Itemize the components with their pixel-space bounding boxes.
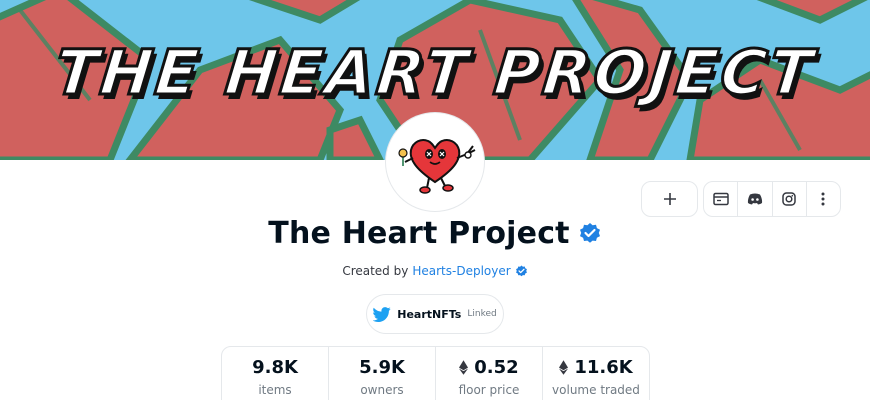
collection-stats: 9.8K items 5.9K owners 0.52 floor price xyxy=(221,346,650,400)
stat-items[interactable]: 9.8K items xyxy=(222,347,329,400)
verified-badge-icon xyxy=(579,222,600,243)
collection-page: THE HEART PROJECT The Heart Project Crea… xyxy=(0,0,870,400)
stat-floor-price-label: floor price xyxy=(458,383,520,397)
website-button[interactable] xyxy=(704,182,739,216)
twitter-linked-status: Linked xyxy=(467,309,497,319)
banner-title: THE HEART PROJECT xyxy=(50,35,820,111)
created-by-label: Created by xyxy=(342,264,409,278)
stat-items-value: 9.8K xyxy=(252,357,298,378)
stat-floor-price-value: 0.52 xyxy=(474,357,519,378)
eth-icon xyxy=(459,360,469,375)
website-icon xyxy=(712,192,729,206)
stat-owners[interactable]: 5.9K owners xyxy=(329,347,436,400)
stat-volume-traded-value: 11.6K xyxy=(574,357,633,378)
collection-avatar[interactable] xyxy=(386,113,484,211)
created-by-row: Created by Hearts-Deployer xyxy=(0,264,870,278)
instagram-button[interactable] xyxy=(773,182,807,216)
stat-floor-price[interactable]: 0.52 floor price xyxy=(436,347,543,400)
creator-link[interactable]: Hearts-Deployer xyxy=(412,264,510,278)
eth-icon xyxy=(559,360,569,375)
stat-items-label: items xyxy=(258,383,292,397)
discord-button[interactable] xyxy=(738,182,773,216)
stat-volume-traded[interactable]: 11.6K volume traded xyxy=(543,347,649,400)
twitter-link[interactable]: HeartNFTs Linked xyxy=(366,294,504,334)
heart-mascot-icon xyxy=(389,116,481,208)
collection-title-row: The Heart Project xyxy=(0,216,870,260)
creator-verified-icon xyxy=(515,265,527,276)
more-options-button[interactable] xyxy=(807,182,840,216)
discord-icon xyxy=(747,193,762,205)
instagram-icon xyxy=(782,192,796,206)
plus-icon xyxy=(663,193,676,205)
stat-owners-value: 5.9K xyxy=(359,357,405,378)
stat-volume-traded-label: volume traded xyxy=(552,383,640,397)
add-button[interactable] xyxy=(641,181,698,217)
stat-owners-label: owners xyxy=(360,383,404,397)
social-button-group xyxy=(703,181,841,217)
twitter-icon xyxy=(373,306,391,322)
twitter-handle: HeartNFTs xyxy=(397,307,462,321)
more-icon xyxy=(821,192,825,206)
collection-title: The Heart Project xyxy=(268,216,570,251)
